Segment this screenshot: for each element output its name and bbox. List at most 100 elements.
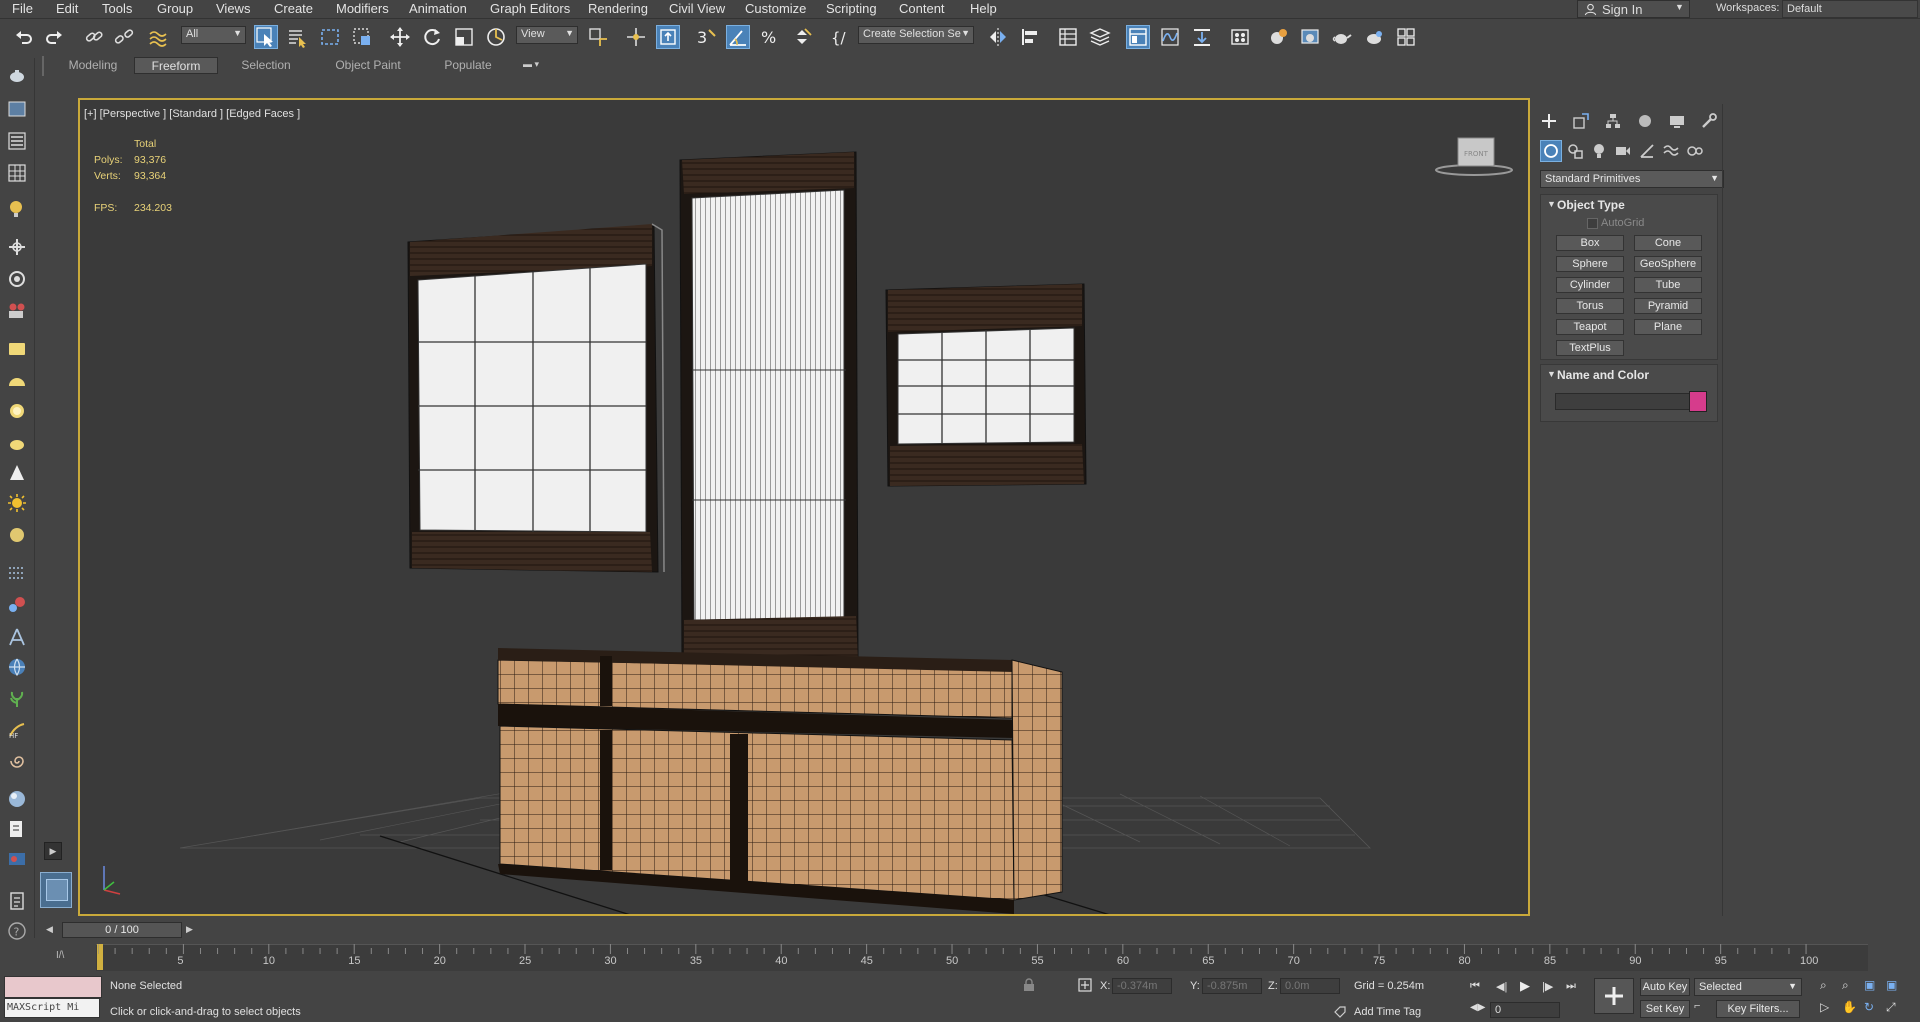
category-space-warps-button[interactable] [1662, 142, 1682, 162]
menu-customize[interactable]: Customize [745, 1, 806, 16]
menu-tools[interactable]: Tools [102, 1, 132, 16]
material-sphere-button[interactable] [4, 786, 30, 812]
category-cameras-button[interactable] [1614, 142, 1634, 162]
expand-viewport-layout-button[interactable]: ▶ [44, 842, 62, 860]
play-icon[interactable]: ▶ [1520, 978, 1534, 993]
render-frame-button[interactable] [4, 846, 30, 872]
maximize-viewport-icon[interactable]: ⤢ [1886, 1000, 1902, 1016]
teapot-primitive-button[interactable] [4, 430, 30, 456]
go-to-end-icon[interactable]: ⏭ [1566, 980, 1580, 994]
box-button[interactable]: Box [1556, 235, 1624, 251]
sign-in-button[interactable]: Sign In ▼ [1577, 0, 1690, 18]
plane-button[interactable]: Plane [1634, 319, 1702, 335]
pyramid-button[interactable]: Pyramid [1634, 298, 1702, 314]
render-setup-button[interactable] [1266, 25, 1290, 49]
layer-explorer-button[interactable] [1088, 25, 1112, 49]
scene-explorer-button[interactable] [1056, 25, 1080, 49]
create-panel-shortcut[interactable] [4, 62, 30, 88]
curve-editor-button[interactable] [1158, 25, 1182, 49]
shell-button[interactable] [4, 748, 30, 774]
auto-key-button[interactable]: Auto Key [1640, 978, 1690, 996]
category-helpers-button[interactable] [1638, 142, 1658, 162]
menu-civil-view[interactable]: Civil View [669, 1, 725, 16]
dynamics-button[interactable] [4, 592, 30, 618]
script-button[interactable] [4, 816, 30, 842]
workspace-dropdown[interactable]: Default [1782, 0, 1918, 18]
particles-button[interactable] [4, 560, 30, 586]
menu-content[interactable]: Content [899, 1, 945, 16]
globe-button[interactable] [4, 654, 30, 680]
sphere-button[interactable]: Sphere [1556, 256, 1624, 272]
pan-icon[interactable]: ✋ [1842, 1000, 1858, 1016]
rendered-frame-window-button[interactable] [1298, 25, 1322, 49]
key-mode-dropdown[interactable]: Selected ▼ [1694, 978, 1802, 996]
keyboard-shortcut-override-button[interactable] [656, 25, 680, 49]
absolute-mode-toggle[interactable] [1078, 978, 1092, 992]
grid-view-button[interactable] [4, 160, 30, 186]
x-coordinate-field[interactable]: -0.374m [1112, 978, 1172, 994]
reference-coordinate-dropdown[interactable]: View ▼ [516, 26, 578, 44]
tab-object-paint[interactable]: Object Paint [322, 57, 414, 74]
menu-help[interactable]: Help [970, 1, 997, 16]
redo-button[interactable] [42, 25, 66, 49]
category-lights-button[interactable] [1590, 142, 1610, 162]
collapse-arrow-icon[interactable]: ▼ [1547, 199, 1556, 209]
helper-button[interactable] [4, 234, 30, 260]
cone-button[interactable]: Cone [1634, 235, 1702, 251]
menu-create[interactable]: Create [274, 1, 313, 16]
collapse-arrow-icon[interactable]: ▼ [1547, 369, 1556, 379]
align-button[interactable] [1018, 25, 1042, 49]
pivot-center-button[interactable] [586, 25, 610, 49]
zoom-icon[interactable]: ⌕ [1820, 978, 1836, 994]
menu-views[interactable]: Views [216, 1, 250, 16]
field-of-view-icon[interactable]: ▷ [1820, 1000, 1836, 1016]
unlink-button[interactable] [112, 25, 136, 49]
next-frame-arrow-icon[interactable]: ▶ [186, 924, 196, 938]
menu-group[interactable]: Group [157, 1, 193, 16]
tab-create[interactable] [1538, 110, 1560, 132]
zoom-all-icon[interactable]: ⌕ [1842, 978, 1858, 994]
select-object-button[interactable] [254, 25, 278, 49]
hair-fur-button[interactable]: HF [4, 716, 30, 742]
teapot-button[interactable]: Teapot [1556, 319, 1624, 335]
select-and-rotate-button[interactable] [420, 25, 444, 49]
container-icon-button[interactable] [4, 96, 30, 122]
category-systems-button[interactable] [1686, 142, 1706, 162]
object-name-input[interactable] [1555, 393, 1691, 410]
default-in-out-tangent-icon[interactable]: ⌐ [1694, 1000, 1710, 1016]
set-key-mode-button[interactable]: Set Key [1640, 1000, 1690, 1018]
select-manipulate-button[interactable] [624, 25, 648, 49]
snaps-toggle-button[interactable]: 3 [694, 25, 718, 49]
prev-frame-arrow-icon[interactable]: ◀ [46, 924, 56, 938]
z-coordinate-field[interactable]: 0.0m [1280, 978, 1340, 994]
current-frame-field[interactable]: 0 [1490, 1002, 1560, 1018]
percent-snap-button[interactable]: % [758, 25, 782, 49]
tube-button[interactable]: Tube [1634, 277, 1702, 293]
menu-animation[interactable]: Animation [409, 1, 467, 16]
angle-snap-button[interactable] [726, 25, 750, 49]
menu-scripting[interactable]: Scripting [826, 1, 877, 16]
movie-camera-button[interactable] [4, 298, 30, 324]
named-selection-dropdown[interactable]: Create Selection Se ▼ [858, 26, 974, 44]
bind-space-warp-button[interactable] [146, 25, 170, 49]
tab-modify[interactable] [1570, 110, 1592, 132]
tab-selection[interactable]: Selection [224, 57, 308, 74]
add-time-tag-button[interactable]: Add Time Tag [1354, 1006, 1421, 1018]
edit-named-selection-button[interactable]: {/ [828, 25, 852, 49]
menu-edit[interactable]: Edit [56, 1, 78, 16]
autogrid-checkbox[interactable] [1587, 218, 1598, 229]
light-bulb-button[interactable] [4, 196, 30, 222]
help-button[interactable]: ? [4, 918, 30, 944]
orbit-icon[interactable]: ↻ [1864, 1000, 1880, 1016]
selection-filter-dropdown[interactable]: All ▼ [181, 26, 246, 44]
torus-button[interactable]: Torus [1556, 298, 1624, 314]
scene-list-button[interactable] [4, 128, 30, 154]
object-color-swatch[interactable] [1689, 391, 1707, 412]
time-slider[interactable]: 0 / 100 [62, 922, 182, 938]
undo-button[interactable] [12, 25, 36, 49]
plane-primitive-button[interactable] [4, 336, 30, 362]
tab-modeling[interactable]: Modeling [52, 57, 134, 74]
select-and-scale-button[interactable] [452, 25, 476, 49]
go-to-start-icon[interactable]: ⏮ [1470, 980, 1484, 994]
hemisphere-button[interactable] [4, 368, 30, 394]
